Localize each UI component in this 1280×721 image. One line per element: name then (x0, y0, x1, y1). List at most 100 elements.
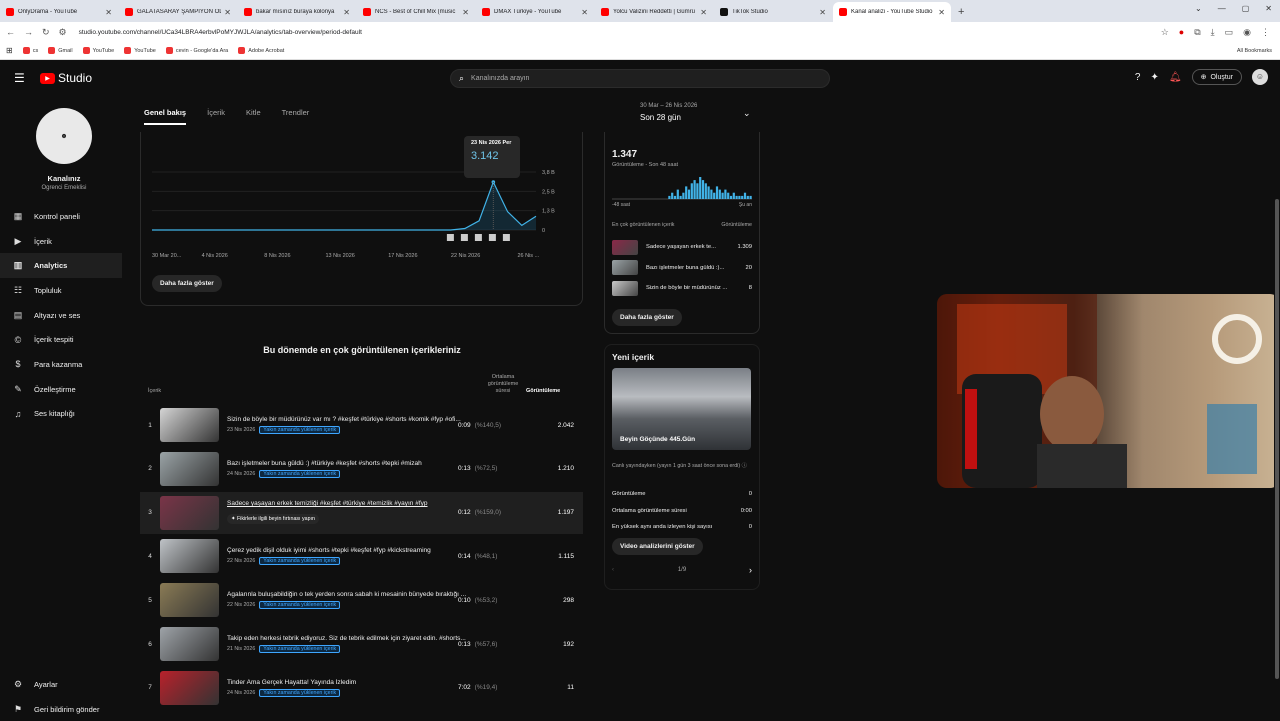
tab-0[interactable]: Genel bakış (144, 108, 187, 125)
hamburger-icon[interactable]: ☰ (14, 71, 32, 85)
sidebar-item-4[interactable]: ▤ Altyazı ve ses (0, 303, 128, 328)
tab-close-icon[interactable]: ✕ (700, 8, 707, 17)
show-more-button[interactable]: Daha fazla göster (152, 275, 222, 292)
new-tab-icon[interactable]: + (952, 2, 970, 22)
table-row[interactable]: 5 Agalarınla buluşabildiğin o tek yerden … (140, 579, 583, 621)
browser-tab[interactable]: GALATASARAY ŞAMPİYON OLM ✕ (119, 2, 237, 22)
tab-close-icon[interactable]: ✕ (105, 8, 112, 17)
minimize-icon[interactable]: — (1218, 4, 1226, 13)
menu-dots-icon[interactable]: ⋮ (1261, 27, 1270, 38)
brainstorm-chip[interactable]: ✦ Fikirlerle ilgili beyin fırtınası yapı… (227, 514, 319, 525)
browser-tab[interactable]: TikTok Studio ✕ (714, 2, 832, 22)
realtime-top-item[interactable]: Bazı işletmeler buna güldü :)... 20 (612, 260, 752, 276)
video-thumbnail[interactable] (160, 451, 219, 486)
video-thumbnail[interactable] (160, 495, 219, 530)
sparkle-icon[interactable]: ✦ (1150, 72, 1158, 83)
url-field[interactable]: studio.youtube.com/channel/UCa34LBRA4erb… (72, 25, 1161, 39)
close-icon[interactable]: ✕ (1265, 4, 1272, 13)
video-analytics-button[interactable]: Video analizlerini göster (612, 538, 703, 555)
data-point-peak[interactable] (491, 180, 496, 184)
site-info-icon[interactable]: ⚙ (59, 27, 67, 38)
sidebar-item-feedback[interactable]: ⚑ Geri bildirim gönder (0, 697, 128, 721)
sidebar-item-0[interactable]: ▦ Kontrol paneli (0, 204, 128, 229)
tab-2[interactable]: Kitle (246, 108, 261, 125)
sidebar-item-8[interactable]: ♫ Ses kitaplığı (0, 402, 128, 427)
video-thumbnail[interactable] (160, 583, 219, 618)
table-row[interactable]: 3 Sadece yaşayan erkek temizliği #keşfet … (140, 491, 583, 534)
bookmark-item[interactable]: Gmail (48, 47, 73, 54)
help-circle-icon[interactable]: ⓘ (742, 463, 747, 469)
tab-close-icon[interactable]: ✕ (938, 8, 945, 17)
browser-tab[interactable]: Kanal analizi - YouTube Studio ✕ (833, 2, 951, 22)
video-title[interactable]: Takip eden herkesi tebrik ediyoruz. Siz … (227, 635, 467, 642)
browser-tab[interactable]: bakar mısınız buraya kolonya ✕ (238, 2, 356, 22)
bookmark-item[interactable]: YouTube (82, 47, 114, 54)
profile-icon[interactable]: ◉ (1243, 27, 1251, 38)
tab-close-icon[interactable]: ✕ (819, 8, 826, 17)
channel-avatar[interactable]: ☻ (36, 108, 92, 164)
tab-close-icon[interactable]: ✕ (343, 8, 350, 17)
page-scrollbar[interactable] (1274, 94, 1280, 720)
table-row[interactable]: 1 Sizin de böyle bir müdürünüz var mı ? #… (140, 404, 583, 446)
sidebar-item-1[interactable]: ▶ İçerik (0, 229, 128, 254)
download-icon[interactable]: ⤓ (1211, 27, 1215, 38)
chevron-down-icon[interactable]: ⌄ (743, 108, 751, 119)
video-title[interactable]: Sadece yaşayan erkek temizliği #keşfet #… (227, 500, 467, 507)
table-row[interactable]: 6 Takip eden herkesi tebrik ediyoruz. Siz… (140, 623, 583, 665)
col-views[interactable]: Görüntüleme (526, 388, 560, 394)
chevron-left-icon[interactable]: ‹ (612, 567, 614, 573)
tab-1[interactable]: İçerik (207, 108, 225, 125)
video-thumbnail[interactable] (160, 539, 219, 574)
bookmark-item[interactable]: YouTube (124, 47, 156, 54)
upload-marker-icon[interactable] (488, 234, 496, 241)
bookmark-item[interactable]: Adobe Acrobat (238, 47, 284, 54)
bookmark-item[interactable]: cevin - Google'da Ara (165, 47, 228, 54)
realtime-bar-chart[interactable] (612, 174, 752, 200)
sidepanel-icon[interactable]: ▭ (1225, 27, 1234, 38)
video-title[interactable]: Tinder Ama Gerçek Hayatta! Yayında İzled… (227, 679, 467, 686)
video-thumbnail[interactable] (160, 670, 219, 705)
table-row[interactable]: 7 Tinder Ama Gerçek Hayatta! Yayında İzle… (140, 667, 583, 709)
realtime-top-item[interactable]: Sadece yaşayan erkek te... 1.309 (612, 239, 752, 255)
help-icon[interactable]: ? (1135, 72, 1141, 83)
sidebar-item-2[interactable]: ▥ Analytics (0, 253, 122, 279)
upload-marker-icon[interactable] (474, 234, 482, 241)
browser-tab[interactable]: OnlyDrama - YouTube ✕ (0, 2, 118, 22)
browser-tab[interactable]: DMAX Türkiye - YouTube ✕ (476, 2, 594, 22)
realtime-top-item[interactable]: Sizin de böyle bir müdürünüz ... 8 (612, 280, 752, 296)
period-selector[interactable]: 30 Mar – 26 Nis 2026 Son 28 gün (640, 103, 697, 122)
upload-marker-icon[interactable] (446, 234, 454, 241)
table-row[interactable]: 2 Bazı işletmeler buna güldü :) #türkiye … (140, 448, 583, 490)
notification-icon[interactable]: 🔔︎ (1169, 72, 1182, 83)
forward-icon[interactable]: → (24, 27, 33, 38)
chevron-down-icon[interactable]: ⌄ (1195, 4, 1202, 13)
upload-marker-icon[interactable] (502, 234, 510, 241)
video-title[interactable]: Çerez yedik dişil olduk iyimi #shorts #t… (227, 547, 467, 554)
bookmark-item[interactable]: cs (22, 47, 38, 54)
video-thumbnail[interactable] (160, 408, 219, 442)
tab-close-icon[interactable]: ✕ (462, 8, 469, 17)
restore-icon[interactable]: ▢ (1242, 4, 1250, 13)
sidebar-item-3[interactable]: ☷ Topluluk (0, 278, 128, 303)
video-title[interactable]: Bazı işletmeler buna güldü :) #türkiye #… (227, 460, 467, 467)
scrollbar-thumb[interactable] (1275, 199, 1279, 679)
sidebar-item-5[interactable]: © İçerik tespiti (0, 327, 128, 352)
video-title[interactable]: Sizin de böyle bir müdürünüz var mı ? #k… (227, 416, 467, 423)
create-button[interactable]: ⊕ Oluştur (1191, 69, 1242, 85)
account-avatar[interactable]: ☺ (1252, 69, 1268, 85)
extension-icon[interactable]: ● (1179, 27, 1184, 38)
latest-video-thumbnail[interactable]: Beyin Göçünde 445.Gün (612, 368, 751, 450)
upload-marker-icon[interactable] (460, 234, 468, 241)
tab-3[interactable]: Trendler (282, 108, 310, 125)
sidebar-item-settings[interactable]: ⚙ Ayarlar (0, 672, 128, 697)
tab-close-icon[interactable]: ✕ (224, 8, 231, 17)
search-input[interactable]: ⌕ Kanalınızda arayın (450, 69, 830, 88)
sidebar-item-6[interactable]: $ Para kazanma (0, 352, 128, 377)
sidebar-item-7[interactable]: ✎ Özelleştirme (0, 377, 128, 402)
back-icon[interactable]: ← (6, 27, 15, 38)
video-title[interactable]: Agalarınla buluşabildiğin o tek yerden s… (227, 591, 467, 598)
chevron-right-icon[interactable]: › (749, 565, 752, 575)
star-icon[interactable]: ☆ (1161, 27, 1169, 38)
show-more-button[interactable]: Daha fazla göster (612, 309, 682, 326)
video-thumbnail[interactable] (160, 627, 219, 661)
